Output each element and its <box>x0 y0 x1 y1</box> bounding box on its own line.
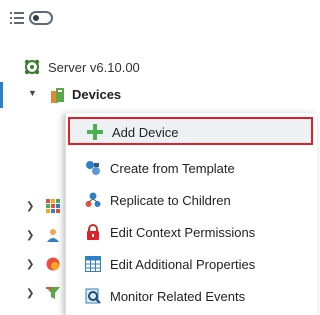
chevron-right-icon[interactable]: ❯ <box>26 230 34 241</box>
devices-label: Devices <box>72 87 122 102</box>
filter-icon <box>46 287 60 299</box>
server-icon <box>24 59 40 75</box>
user-icon <box>47 229 59 242</box>
tree-item-server[interactable]: Server v6.10.00 <box>24 57 140 77</box>
chevron-right-icon[interactable]: ❯ <box>26 201 34 212</box>
tree-item[interactable]: ❯ <box>26 284 66 302</box>
tree-item[interactable]: ❯ <box>26 197 66 215</box>
template-icon <box>86 161 100 175</box>
table-icon <box>85 256 101 272</box>
menu-item-create-from-template[interactable]: Create from Template <box>66 153 318 183</box>
menu-item-label: Create from Template <box>110 161 235 176</box>
replicate-icon <box>85 192 101 207</box>
list-icon[interactable] <box>10 12 24 24</box>
menu-item-label: Edit Context Permissions <box>110 225 256 240</box>
menu-item-replicate-to-children[interactable]: Replicate to Children <box>66 185 318 215</box>
plus-icon <box>87 124 103 140</box>
alert-icon <box>46 257 60 271</box>
devices-icon <box>51 88 64 103</box>
grid-icon <box>46 199 60 213</box>
tree-item[interactable]: ❯ <box>26 226 66 244</box>
chevron-down-icon[interactable]: ▼ <box>28 88 37 98</box>
lock-icon <box>87 224 99 240</box>
monitor-events-icon <box>85 288 101 304</box>
menu-item-label: Add Device <box>112 125 179 140</box>
toolbar <box>10 8 53 28</box>
context-menu: Add Device Create from Template Replicat… <box>65 113 317 315</box>
menu-item-label: Replicate to Children <box>110 193 231 208</box>
selection-indicator <box>0 82 3 108</box>
menu-item-edit-context-permissions[interactable]: Edit Context Permissions <box>66 217 318 247</box>
tree-item-devices[interactable]: ▼ Devices <box>0 82 317 108</box>
chevron-right-icon[interactable]: ❯ <box>26 259 34 270</box>
menu-item-label: Monitor Related Events <box>110 289 246 304</box>
toggle-icon[interactable] <box>29 11 53 25</box>
menu-item-edit-additional-properties[interactable]: Edit Additional Properties <box>66 249 318 279</box>
tree-item[interactable]: ❯ <box>26 255 66 273</box>
chevron-right-icon[interactable]: ❯ <box>26 288 34 299</box>
server-label: Server v6.10.00 <box>48 59 140 75</box>
menu-item-label: Edit Additional Properties <box>110 257 256 272</box>
menu-item-monitor-related-events[interactable]: Monitor Related Events <box>66 281 318 311</box>
menu-item-add-device[interactable]: Add Device <box>68 117 313 145</box>
